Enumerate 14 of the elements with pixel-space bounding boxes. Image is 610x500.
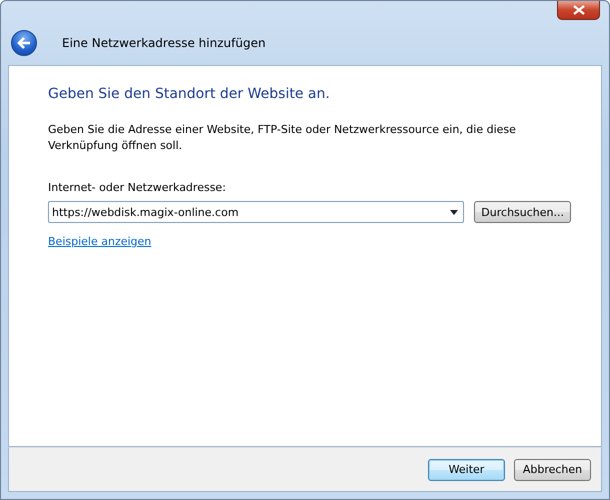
back-button[interactable] [11,30,37,56]
examples-link[interactable]: Beispiele anzeigen [48,235,152,248]
cancel-button[interactable]: Abbrechen [514,458,591,480]
address-label: Internet- oder Netzwerkadresse: [48,181,227,194]
dropdown-icon [450,210,458,215]
description-text: Geben Sie die Adresse einer Website, FTP-Site oder Netzwerkressource ein, die diese Verknüpfung öffnen soll. [48,122,517,154]
address-field[interactable]: https://webdisk.magix-online.com [48,201,464,223]
close-icon [572,5,584,15]
browse-button[interactable]: Durchsuchen... [474,201,571,223]
close-button[interactable] [557,1,600,20]
page-heading: Geben Sie den Standort der Website an. [48,86,331,102]
next-button[interactable]: Weiter [428,458,505,480]
window-title: Eine Netzwerkadresse hinzufügen [62,36,266,50]
back-arrow-icon [17,37,31,49]
